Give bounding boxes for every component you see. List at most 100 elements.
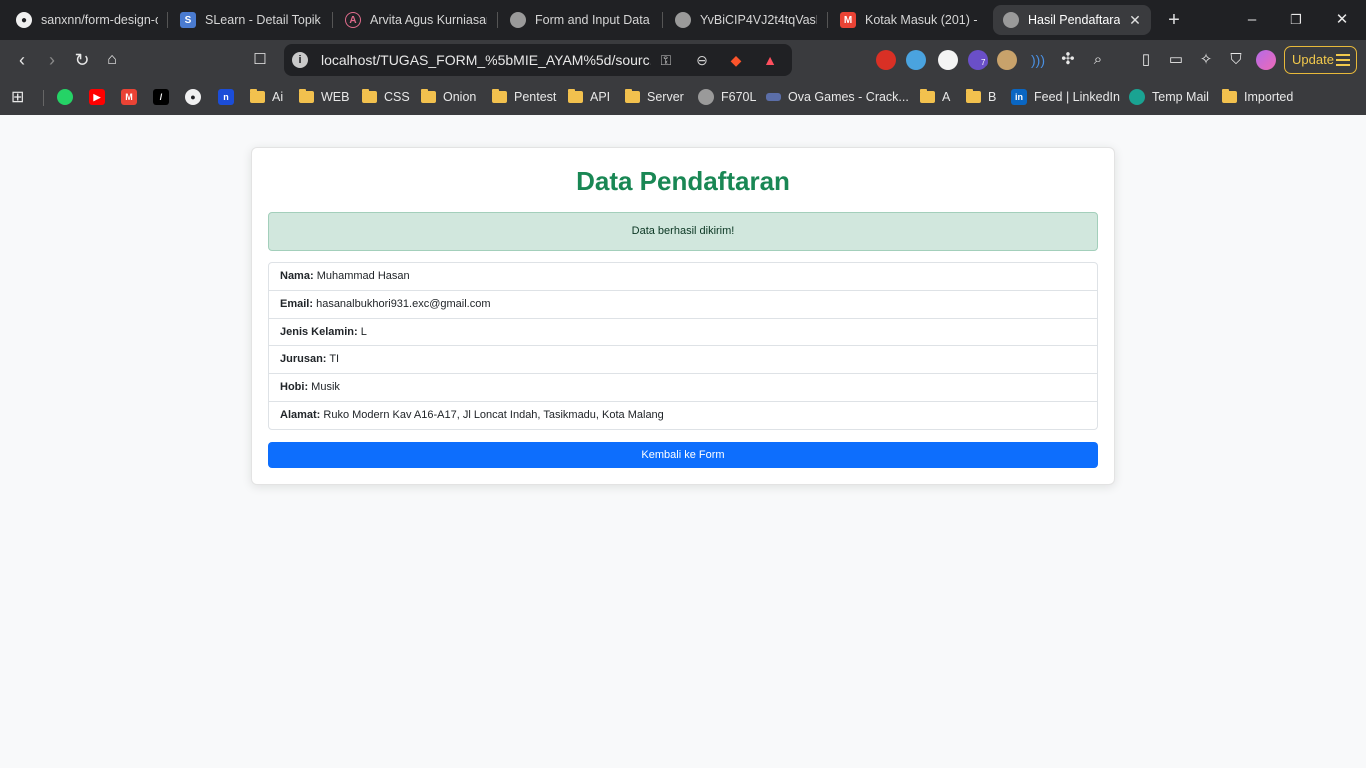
tab-title: SLearn - Detail Topik [205,13,321,27]
wave-extension-icon[interactable]: ))) [1026,48,1050,72]
bookmark-folder-a[interactable]: A [920,86,950,108]
list-item-email: Email: hasanalbukhori931.exc@gmail.com [269,291,1097,319]
bookmark-folder-pentest[interactable]: Pentest [492,86,556,108]
bookmark-linkedin[interactable]: in Feed | LinkedIn [1011,86,1120,108]
brave-shield-icon[interactable]: ◆ [726,50,746,70]
field-value: Muhammad Hasan [316,270,410,282]
bookmark-youtube[interactable]: ▶ [89,86,112,108]
bookmark-ova-games[interactable]: Ova Games - Crack... [766,86,909,108]
bookmark-temp-mail[interactable]: Temp Mail [1129,86,1209,108]
bookmarks-divider [43,90,44,106]
bookmark-folder-server[interactable]: Server [625,86,684,108]
extension-icon[interactable]: 7 [968,50,989,70]
gmail-icon: M [121,89,137,105]
bookmark-label: Temp Mail [1152,90,1209,104]
extension-icon[interactable] [997,50,1017,70]
tab-form-input[interactable]: Form and Input Data [500,5,660,35]
page-title: Data Pendaftaran [576,166,790,196]
bookmark-icon[interactable]: ☐ [248,48,272,72]
brave-rewards-icon[interactable]: ▲ [760,50,780,70]
globe-icon [698,89,714,105]
key-icon[interactable]: ⚿ [656,50,676,70]
menu-icon [1336,54,1350,66]
minimize-icon[interactable]: – [1240,8,1264,32]
vpn-shield-icon[interactable]: ⛉ [1224,48,1248,72]
tab-bar: ● sanxnn/form-design-c S SLearn - Detail… [0,0,1366,40]
field-label: Hobi: [280,381,309,394]
folder-icon [568,89,583,103]
list-item-jenis-kelamin: Jenis Kelamin: L [269,319,1097,347]
bookmark-label: Imported [1244,90,1294,104]
bookmark-label: Onion [443,90,477,104]
wallet-icon[interactable]: ▭ [1164,48,1188,72]
adblock-extension-icon[interactable] [876,50,896,70]
bookmark-label: API [590,90,611,104]
site-info-icon[interactable]: i [292,52,308,68]
puzzle-icon[interactable]: ✣ [1056,48,1080,72]
reload-icon[interactable]: ↻ [70,48,94,72]
github-icon: ● [16,12,32,28]
bookmark-gmail[interactable]: M [121,86,144,108]
bookmark-label: B [988,90,997,104]
extension-icon[interactable] [906,50,926,70]
zoom-icon[interactable]: ⊖ [692,50,712,70]
new-tab-icon[interactable]: + [1163,9,1185,31]
tab-divider [167,12,168,28]
folder-icon [1222,89,1237,103]
bookmark-terminal[interactable]: / [153,86,176,108]
folder-icon [920,89,935,103]
forward-icon[interactable]: › [40,48,64,72]
bookmark-folder-web[interactable]: WEB [299,86,349,108]
bookmark-folder-imported[interactable]: Imported [1222,86,1293,108]
tab-github[interactable]: ● sanxnn/form-design-c [6,5,166,35]
list-item-jurusan: Jurusan: TI [269,346,1097,375]
address-bar[interactable]: i localhost/TUGAS_FORM_%5bMIE_AYAM%5d/so… [284,44,792,76]
url-text[interactable]: localhost/TUGAS_FORM_%5bMIE_AYAM%5d/sour… [321,52,651,68]
bookmarks-bar: ⊞ ▶ M / ● n Ai WEB CSS Onion Pentest API… [0,80,1366,115]
search-icon[interactable]: ⌕ [1086,48,1110,72]
tab-title: sanxnn/form-design-c [41,13,158,27]
bookmark-folder-onion[interactable]: Onion [421,86,476,108]
bookmark-label: CSS [384,90,410,104]
tab-hasil-pendaftaran[interactable]: Hasil Pendaftaran ✕ [993,5,1151,35]
tab-slearn[interactable]: S SLearn - Detail Topik [170,5,330,35]
slearn-icon: S [180,12,196,28]
bookmark-folder-ai[interactable]: Ai [250,86,283,108]
bookmark-f670l[interactable]: F670L [698,86,756,108]
tab-arvita[interactable]: A Arvita Agus Kurniasari [335,5,495,35]
linkedin-icon: in [1011,89,1027,105]
bookmark-whatsapp[interactable] [57,86,80,108]
home-icon[interactable]: ⌂ [100,48,124,72]
field-value: L [360,325,367,338]
bookmark-folder-api[interactable]: API [568,86,610,108]
ova-icon [766,93,781,101]
bookmark-folder-b[interactable]: B [966,86,996,108]
close-tab-icon[interactable]: ✕ [1128,12,1142,29]
tab-yvbicip[interactable]: YvBiCIP4VJ2t4tqVasR6 [665,5,825,35]
bookmark-folder-css[interactable]: CSS [362,86,410,108]
folder-icon [625,89,640,103]
tab-divider [332,12,333,28]
github-icon: ● [185,89,201,105]
restore-icon[interactable]: ❐ [1284,8,1308,32]
back-to-form-button[interactable]: Kembali ke Form [268,442,1098,468]
tab-title: Kotak Masuk (201) - I [865,13,982,27]
profile-icon[interactable] [1256,50,1276,70]
bookmark-n[interactable]: n [218,86,241,108]
whatsapp-icon [57,89,73,105]
bookmark-github[interactable]: ● [185,86,208,108]
folder-icon [250,89,265,103]
leo-ai-icon[interactable]: ✧ [1194,48,1218,72]
field-label: Alamat: [280,408,321,421]
update-button[interactable]: Update [1284,46,1357,74]
field-label: Nama: [280,270,314,282]
field-label: Jenis Kelamin: [280,325,358,338]
back-icon[interactable]: ‹ [10,48,34,72]
close-window-icon[interactable]: ✕ [1330,8,1354,32]
bookmark-label: Feed | LinkedIn [1034,90,1120,104]
globe-icon [1003,12,1019,28]
apps-grid-icon[interactable]: ⊞ [11,86,24,108]
sidebar-icon[interactable]: ▯ [1134,48,1158,72]
tab-gmail[interactable]: M Kotak Masuk (201) - I [830,5,990,35]
extension-icon[interactable] [938,50,958,70]
